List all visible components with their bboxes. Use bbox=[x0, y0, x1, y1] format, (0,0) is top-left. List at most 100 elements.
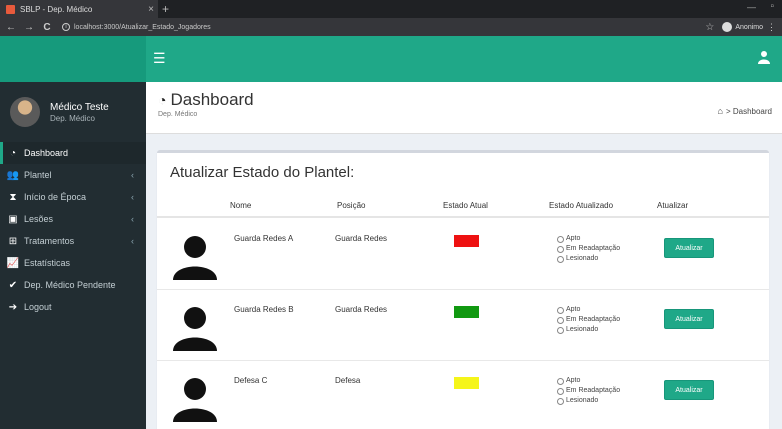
avatar bbox=[10, 97, 40, 127]
breadcrumb-item[interactable]: Dashboard bbox=[733, 107, 772, 116]
user-role: Dep. Médico bbox=[50, 113, 95, 123]
user-info: Médico Teste Dep. Médico bbox=[50, 102, 109, 123]
sidebar-item-dashboard[interactable]: ◔ Dashboard bbox=[0, 142, 146, 164]
user-icon[interactable] bbox=[758, 50, 770, 64]
page-title: ◔ Dashboard bbox=[158, 90, 254, 110]
radio-button[interactable] bbox=[557, 245, 564, 253]
plus-square-icon: ⊞ bbox=[8, 235, 18, 247]
content-header: ◔ Dashboard Dep. Médico ⌂ > Dashboard bbox=[146, 82, 782, 134]
update-button[interactable]: Atualizar bbox=[664, 380, 714, 400]
dashboard-icon: ◔ bbox=[9, 147, 17, 159]
new-tab-icon[interactable]: + bbox=[162, 2, 169, 16]
home-icon[interactable]: ⌂ bbox=[718, 106, 723, 116]
logo-area[interactable] bbox=[0, 36, 146, 82]
dashboard-icon: ◔ bbox=[158, 92, 167, 108]
page-title-text: Dashboard bbox=[170, 90, 254, 109]
radio-option-lesionado[interactable]: Lesionado bbox=[557, 254, 620, 264]
sidebar-item-lesoes[interactable]: ▣ Lesões ‹ bbox=[0, 208, 146, 230]
sidebar-item-plantel[interactable]: 👥 Plantel ‹ bbox=[0, 164, 146, 186]
url-field[interactable]: i localhost:3000/Atualizar_Estado_Jogado… bbox=[62, 20, 705, 34]
radio-button[interactable] bbox=[557, 235, 564, 243]
star-icon[interactable]: ☆ bbox=[705, 22, 714, 33]
users-icon: 👥 bbox=[6, 169, 20, 181]
forward-arrow-icon[interactable]: → bbox=[22, 22, 36, 33]
col-header-position: Posição bbox=[337, 201, 366, 210]
kebab-menu-icon[interactable]: ⋮ bbox=[767, 22, 776, 33]
radio-label: Apto bbox=[566, 377, 581, 384]
tab-close-icon[interactable]: × bbox=[144, 4, 158, 15]
profile-name: Anonimo bbox=[735, 23, 763, 31]
sidebar-item-label: Estatísticas bbox=[24, 258, 71, 268]
page-subtitle: Dep. Médico bbox=[158, 111, 198, 118]
hamburger-menu-icon[interactable]: ☰ bbox=[153, 50, 166, 67]
player-position: Guarda Redes bbox=[335, 305, 388, 314]
status-radio-group: Apto Em Readaptação Lesionado bbox=[557, 305, 620, 335]
radio-option-lesionado[interactable]: Lesionado bbox=[557, 325, 620, 335]
user-panel: Médico Teste Dep. Médico bbox=[0, 82, 146, 142]
radio-option-em-readaptacao[interactable]: Em Readaptação bbox=[557, 386, 620, 396]
radio-option-apto[interactable]: Apto bbox=[557, 305, 620, 315]
col-header-updated-status: Estado Atualizado bbox=[549, 201, 614, 210]
window-close-icon[interactable]: ▫ bbox=[770, 1, 774, 12]
col-header-update: Atualizar bbox=[657, 201, 689, 210]
table-row: Defesa C Defesa Apto Em Readaptação Lesi… bbox=[157, 362, 769, 429]
sidebar-item-tratamentos[interactable]: ⊞ Tratamentos ‹ bbox=[0, 230, 146, 252]
browser-tab[interactable]: SBLP - Dep. Médico × bbox=[0, 0, 158, 18]
radio-label: Apto bbox=[566, 306, 581, 313]
current-status-indicator bbox=[454, 235, 479, 247]
minimize-icon[interactable]: — bbox=[747, 2, 756, 12]
radio-option-em-readaptacao[interactable]: Em Readaptação bbox=[557, 244, 620, 254]
radio-button[interactable] bbox=[557, 377, 564, 385]
radio-option-apto[interactable]: Apto bbox=[557, 234, 620, 244]
sidebar-item-inicio-de-epoca[interactable]: ⧗ Início de Época ‹ bbox=[0, 186, 146, 208]
back-arrow-icon[interactable]: ← bbox=[4, 22, 18, 33]
radio-label: Lesionado bbox=[566, 255, 599, 262]
sidebar-item-estatisticas[interactable]: 📈 Estatísticas bbox=[0, 252, 146, 274]
sign-out-icon: ➔ bbox=[8, 301, 18, 313]
current-status-indicator bbox=[454, 377, 479, 389]
app-header: ☰ bbox=[0, 36, 782, 82]
profile-button[interactable]: Anonimo bbox=[722, 22, 763, 32]
plantel-status-box: Atualizar Estado do Plantel: Nome Posiçã… bbox=[157, 150, 769, 429]
check-icon: ✔ bbox=[8, 279, 18, 291]
update-button[interactable]: Atualizar bbox=[664, 309, 714, 329]
update-button[interactable]: Atualizar bbox=[664, 238, 714, 258]
table-header: Nome Posição Estado Atual Estado Atualiz… bbox=[157, 198, 769, 218]
radio-label: Em Readaptação bbox=[566, 316, 621, 323]
sidebar: Médico Teste Dep. Médico ◔ Dashboard 👥 P… bbox=[0, 82, 146, 429]
reload-icon[interactable]: C bbox=[40, 22, 54, 33]
chevron-left-icon: ‹ bbox=[131, 236, 134, 246]
radio-option-em-readaptacao[interactable]: Em Readaptação bbox=[557, 315, 620, 325]
radio-button[interactable] bbox=[557, 255, 564, 263]
breadcrumb-separator: > bbox=[725, 106, 733, 116]
radio-button[interactable] bbox=[557, 397, 564, 405]
radio-button[interactable] bbox=[557, 306, 564, 314]
chevron-left-icon: ‹ bbox=[131, 214, 134, 224]
breadcrumb: ⌂ > Dashboard bbox=[718, 106, 772, 116]
player-name: Guarda Redes A bbox=[234, 234, 294, 243]
radio-button[interactable] bbox=[557, 326, 564, 334]
radio-label: Em Readaptação bbox=[566, 245, 621, 252]
radio-button[interactable] bbox=[557, 316, 564, 324]
medkit-icon: ▣ bbox=[8, 213, 18, 225]
radio-button[interactable] bbox=[557, 387, 564, 395]
browser-tab-bar: SBLP - Dep. Médico × + — ▫ bbox=[0, 0, 782, 18]
radio-label: Lesionado bbox=[566, 397, 599, 404]
url-text: localhost:3000/Atualizar_Estado_Jogadore… bbox=[74, 23, 211, 31]
sidebar-item-logout[interactable]: ➔ Logout bbox=[0, 296, 146, 318]
player-position: Guarda Redes bbox=[335, 234, 388, 243]
sidebar-item-dep-medico-pendente[interactable]: ✔ Dep. Médico Pendente bbox=[0, 274, 146, 296]
col-header-current-status: Estado Atual bbox=[443, 201, 488, 210]
radio-option-lesionado[interactable]: Lesionado bbox=[557, 396, 620, 406]
browser-address-bar: ← → C i localhost:3000/Atualizar_Estado_… bbox=[0, 18, 782, 36]
info-icon[interactable]: i bbox=[62, 23, 70, 31]
chevron-left-icon: ‹ bbox=[131, 170, 134, 180]
current-status-indicator bbox=[454, 306, 479, 318]
favicon-icon bbox=[6, 4, 15, 14]
player-avatar-icon bbox=[173, 307, 217, 351]
box-title: Atualizar Estado do Plantel: bbox=[170, 164, 355, 181]
sidebar-item-label: Lesões bbox=[24, 214, 54, 224]
table-row: Guarda Redes A Guarda Redes Apto Em Read… bbox=[157, 220, 769, 290]
sidebar-item-label: Dashboard bbox=[24, 148, 69, 158]
radio-option-apto[interactable]: Apto bbox=[557, 376, 620, 386]
